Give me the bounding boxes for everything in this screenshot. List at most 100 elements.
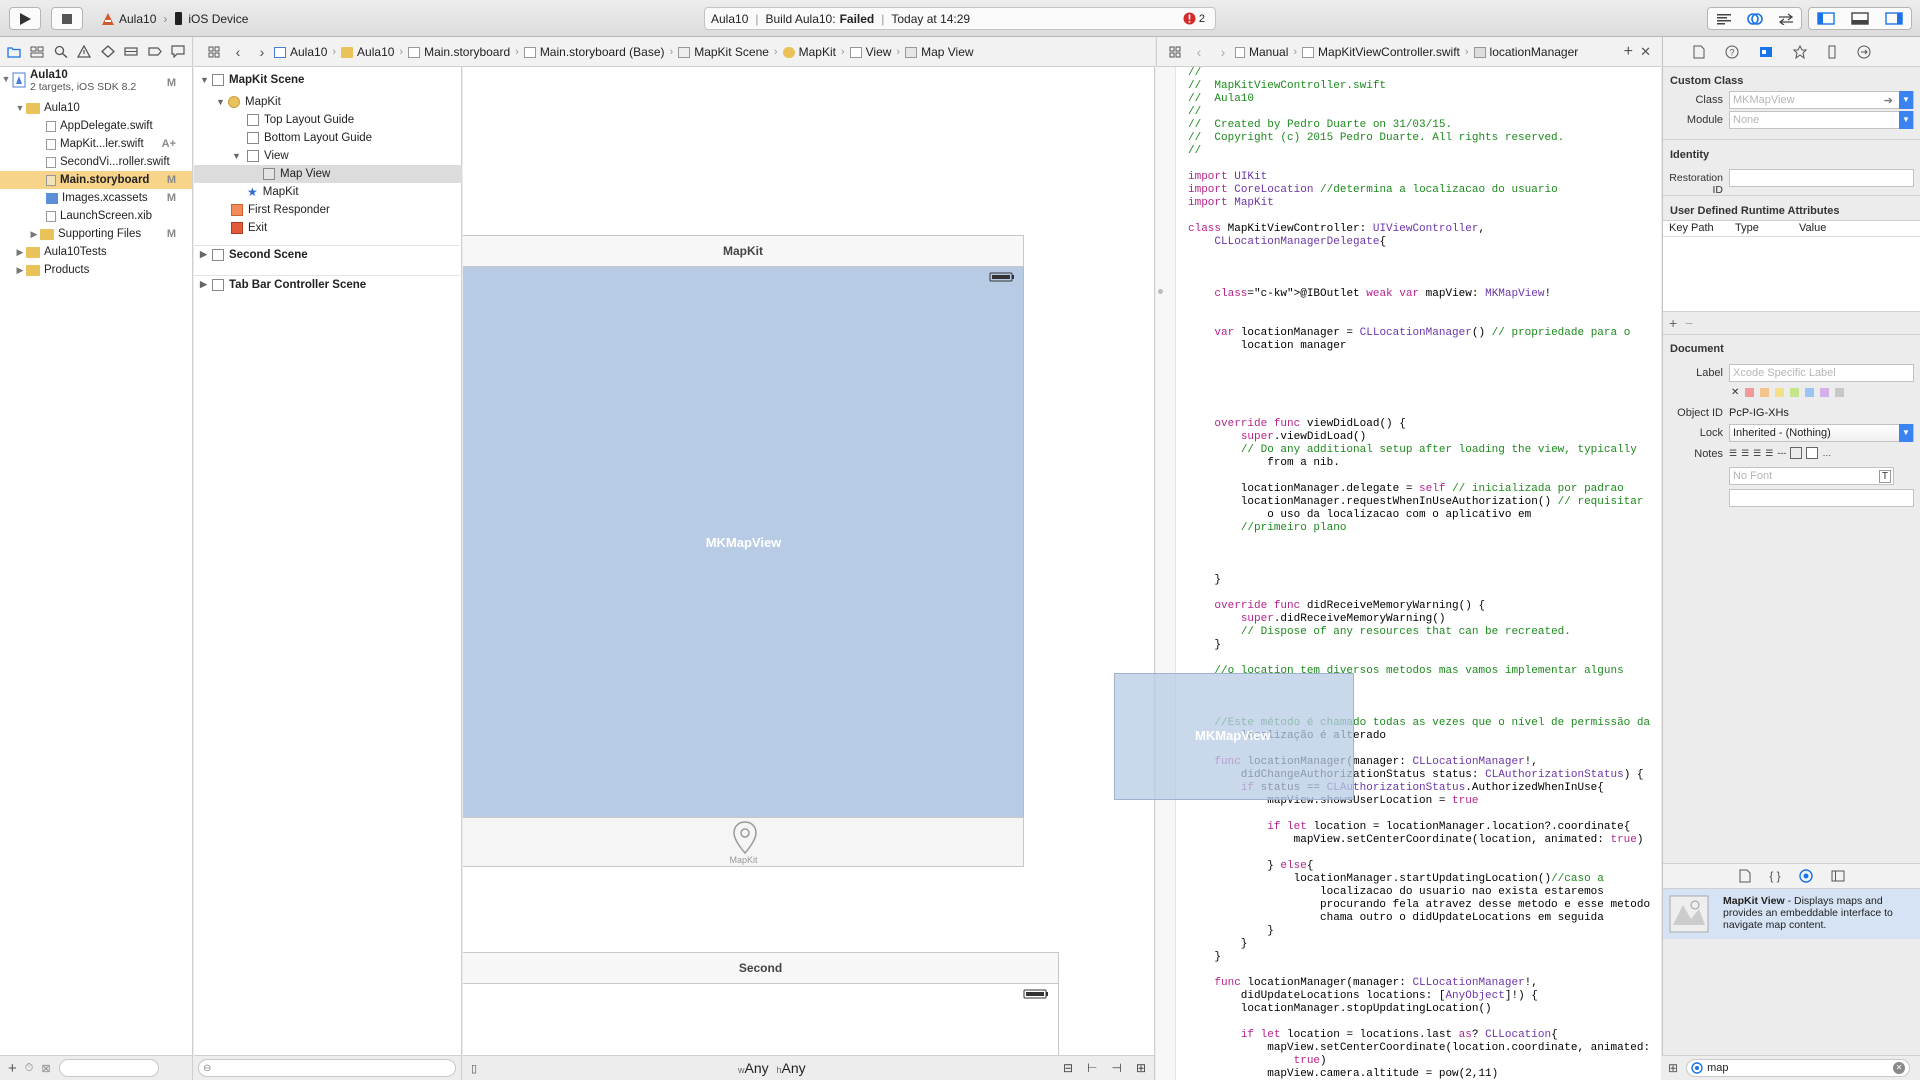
breadcrumb-item-scene[interactable]: MapKit Scene	[678, 45, 769, 59]
notes-textarea[interactable]	[1729, 489, 1914, 507]
size-inspector-icon[interactable]	[1827, 45, 1837, 59]
chevron-down-icon[interactable]: ▼	[1899, 91, 1913, 109]
scm-filter-icon[interactable]: ⊠	[41, 1062, 50, 1075]
scene-title-bar[interactable]: Second	[463, 952, 1059, 984]
breadcrumb-item-mapview[interactable]: Map View	[905, 45, 974, 59]
assistant-code-editor[interactable]: // // MapKitViewController.swift // Aula…	[1156, 67, 1661, 1080]
nav-item-supporting-files[interactable]: ▶ Supporting Files M	[0, 225, 192, 243]
align-icon[interactable]: ⊢	[1087, 1061, 1097, 1075]
add-editor-icon[interactable]: +	[1624, 43, 1633, 61]
symbol-navigator-icon[interactable]	[30, 46, 44, 58]
file-template-library-icon[interactable]	[1739, 869, 1751, 883]
standard-editor-icon[interactable]	[1716, 13, 1732, 25]
goto-class-icon[interactable]: ➔	[1884, 94, 1893, 107]
nav-item-images[interactable]: Images.xcassets M	[0, 189, 192, 207]
justify-icon[interactable]: ☰	[1765, 448, 1773, 459]
forward-arrow-icon[interactable]: ›	[250, 40, 274, 64]
source-code[interactable]: // // MapKitViewController.swift // Aula…	[1188, 67, 1650, 1080]
disclosure-down-icon[interactable]: ▼	[200, 75, 212, 85]
resolve-issues-icon[interactable]: ⊞	[1136, 1061, 1146, 1075]
outline-item-controller[interactable]: ▼ MapKit	[194, 93, 462, 111]
assistant-mode[interactable]: Manual	[1235, 45, 1288, 59]
find-navigator-icon[interactable]	[54, 45, 68, 58]
color-swatch-orange[interactable]	[1760, 388, 1770, 397]
disclosure-right-icon[interactable]: ▶	[200, 249, 212, 260]
align-center-icon[interactable]: ☰	[1741, 448, 1749, 459]
outline-item-first-responder[interactable]: First Responder	[194, 201, 462, 219]
nav-item-products[interactable]: ▶ Products	[0, 261, 192, 279]
add-file-icon[interactable]: +	[8, 1060, 17, 1077]
chevron-down-icon[interactable]: ▼	[1899, 424, 1913, 442]
nav-item-main-storyboard[interactable]: Main.storyboard M	[0, 171, 192, 189]
font-field[interactable]: No Font T	[1729, 467, 1894, 485]
version-editor-icon[interactable]	[1778, 12, 1794, 25]
scene-title-bar[interactable]: MapKit	[463, 235, 1024, 267]
project-navigator-icon[interactable]	[7, 46, 21, 58]
outline-filter-input[interactable]: ⊖	[198, 1059, 456, 1077]
debug-navigator-icon[interactable]	[124, 45, 138, 58]
nav-item-launchscreen[interactable]: LaunchScreen.xib	[0, 207, 192, 225]
back-arrow-icon[interactable]: ‹	[1187, 40, 1211, 64]
xcode-label-field[interactable]: Xcode Specific Label	[1729, 364, 1914, 382]
tab-item-label[interactable]: MapKit	[463, 855, 1024, 865]
library-search-field[interactable]: map ✕	[1686, 1059, 1911, 1077]
color-swatch-red[interactable]	[1745, 388, 1755, 397]
outline-scene-tabbar[interactable]: ▶ Tab Bar Controller Scene	[194, 275, 462, 293]
disclosure-right-icon[interactable]: ▶	[200, 279, 212, 290]
disclosure-right-icon[interactable]: ▶	[14, 265, 26, 276]
grid-view-icon[interactable]: ⊞	[1668, 1061, 1678, 1075]
outline-toggle-icon[interactable]: ▯	[471, 1062, 477, 1075]
color-swatch-gray[interactable]	[1835, 388, 1845, 397]
disclosure-right-icon[interactable]: ▶	[28, 229, 40, 240]
issue-navigator-icon[interactable]	[77, 45, 92, 58]
lock-select[interactable]: Inherited - (Nothing) ▼	[1729, 424, 1914, 442]
back-arrow-icon[interactable]: ‹	[226, 40, 250, 64]
project-root[interactable]: ▼ Aula10 2 targets, iOS SDK 8.2 M	[0, 69, 192, 99]
run-button[interactable]	[9, 7, 41, 30]
test-navigator-icon[interactable]	[100, 45, 115, 58]
color-swatch-purple[interactable]	[1820, 388, 1830, 397]
color-swatch-green[interactable]	[1790, 388, 1800, 397]
breadcrumb-item-project[interactable]: Aula10	[274, 45, 327, 59]
label-color-swatches[interactable]: ✕	[1731, 387, 1845, 398]
identity-inspector-icon[interactable]	[1759, 45, 1773, 59]
clear-search-icon[interactable]: ✕	[1893, 1062, 1906, 1074]
text-color-icon[interactable]	[1790, 447, 1803, 459]
breadcrumb-item-storyboard[interactable]: Main.storyboard	[408, 45, 510, 59]
add-attribute-icon[interactable]: +	[1669, 315, 1677, 331]
remove-attribute-icon[interactable]: −	[1685, 315, 1693, 331]
assistant-symbol[interactable]: locationManager	[1473, 45, 1578, 59]
attributes-inspector-icon[interactable]	[1793, 44, 1807, 59]
stop-button[interactable]	[51, 7, 83, 30]
map-view[interactable]: MKMapView	[463, 267, 1024, 817]
nav-item-tests[interactable]: ▶ Aula10Tests	[0, 243, 192, 261]
align-left-icon[interactable]: ☰	[1729, 448, 1737, 459]
runtime-attributes-table[interactable]: Key Path Type Value	[1663, 220, 1920, 312]
module-field[interactable]: None ▼	[1729, 111, 1914, 129]
outline-item-tab-item[interactable]: ★ MapKit	[194, 183, 462, 201]
forward-arrow-icon[interactable]: ›	[1211, 40, 1235, 64]
breadcrumb-item-controller[interactable]: MapKit	[782, 45, 836, 59]
code-snippet-library-icon[interactable]: { }	[1769, 869, 1780, 883]
outline-item-top-guide[interactable]: Top Layout Guide	[194, 111, 462, 129]
navigator-filter-input[interactable]	[58, 1059, 159, 1077]
object-library-icon[interactable]	[1798, 869, 1813, 883]
outline-item-view[interactable]: ▼ View	[194, 147, 462, 165]
assistant-file[interactable]: MapKitViewController.swift	[1302, 45, 1460, 59]
related-items-icon[interactable]	[202, 40, 226, 64]
library-item-mapkit-view[interactable]: MapKit View - Displays maps and provides…	[1663, 889, 1920, 939]
file-inspector-icon[interactable]	[1693, 45, 1705, 59]
chevron-down-icon[interactable]: ▼	[1899, 111, 1913, 129]
color-swatch-yellow[interactable]	[1775, 388, 1785, 397]
pin-icon[interactable]: ⊣	[1111, 1061, 1121, 1075]
breadcrumb-item-group[interactable]: Aula10	[341, 45, 394, 59]
outline-item-mapview[interactable]: Map View	[194, 165, 462, 183]
utilities-toggle-icon[interactable]	[1885, 12, 1903, 25]
outline-scene-mapkit[interactable]: ▼ MapKit Scene	[194, 71, 462, 89]
nav-item-mapkit-controller[interactable]: MapKit...ler.swift A+	[0, 135, 192, 153]
nav-item-second-controller[interactable]: SecondVi...roller.swift	[0, 153, 192, 171]
stack-icon[interactable]: ⊟	[1063, 1061, 1073, 1075]
clear-label-icon[interactable]: ✕	[1731, 387, 1739, 398]
activity-viewer[interactable]: Aula10 | Build Aula10: Failed | Today at…	[704, 7, 1216, 30]
size-class-selector[interactable]: wAny hAny	[738, 1060, 806, 1076]
